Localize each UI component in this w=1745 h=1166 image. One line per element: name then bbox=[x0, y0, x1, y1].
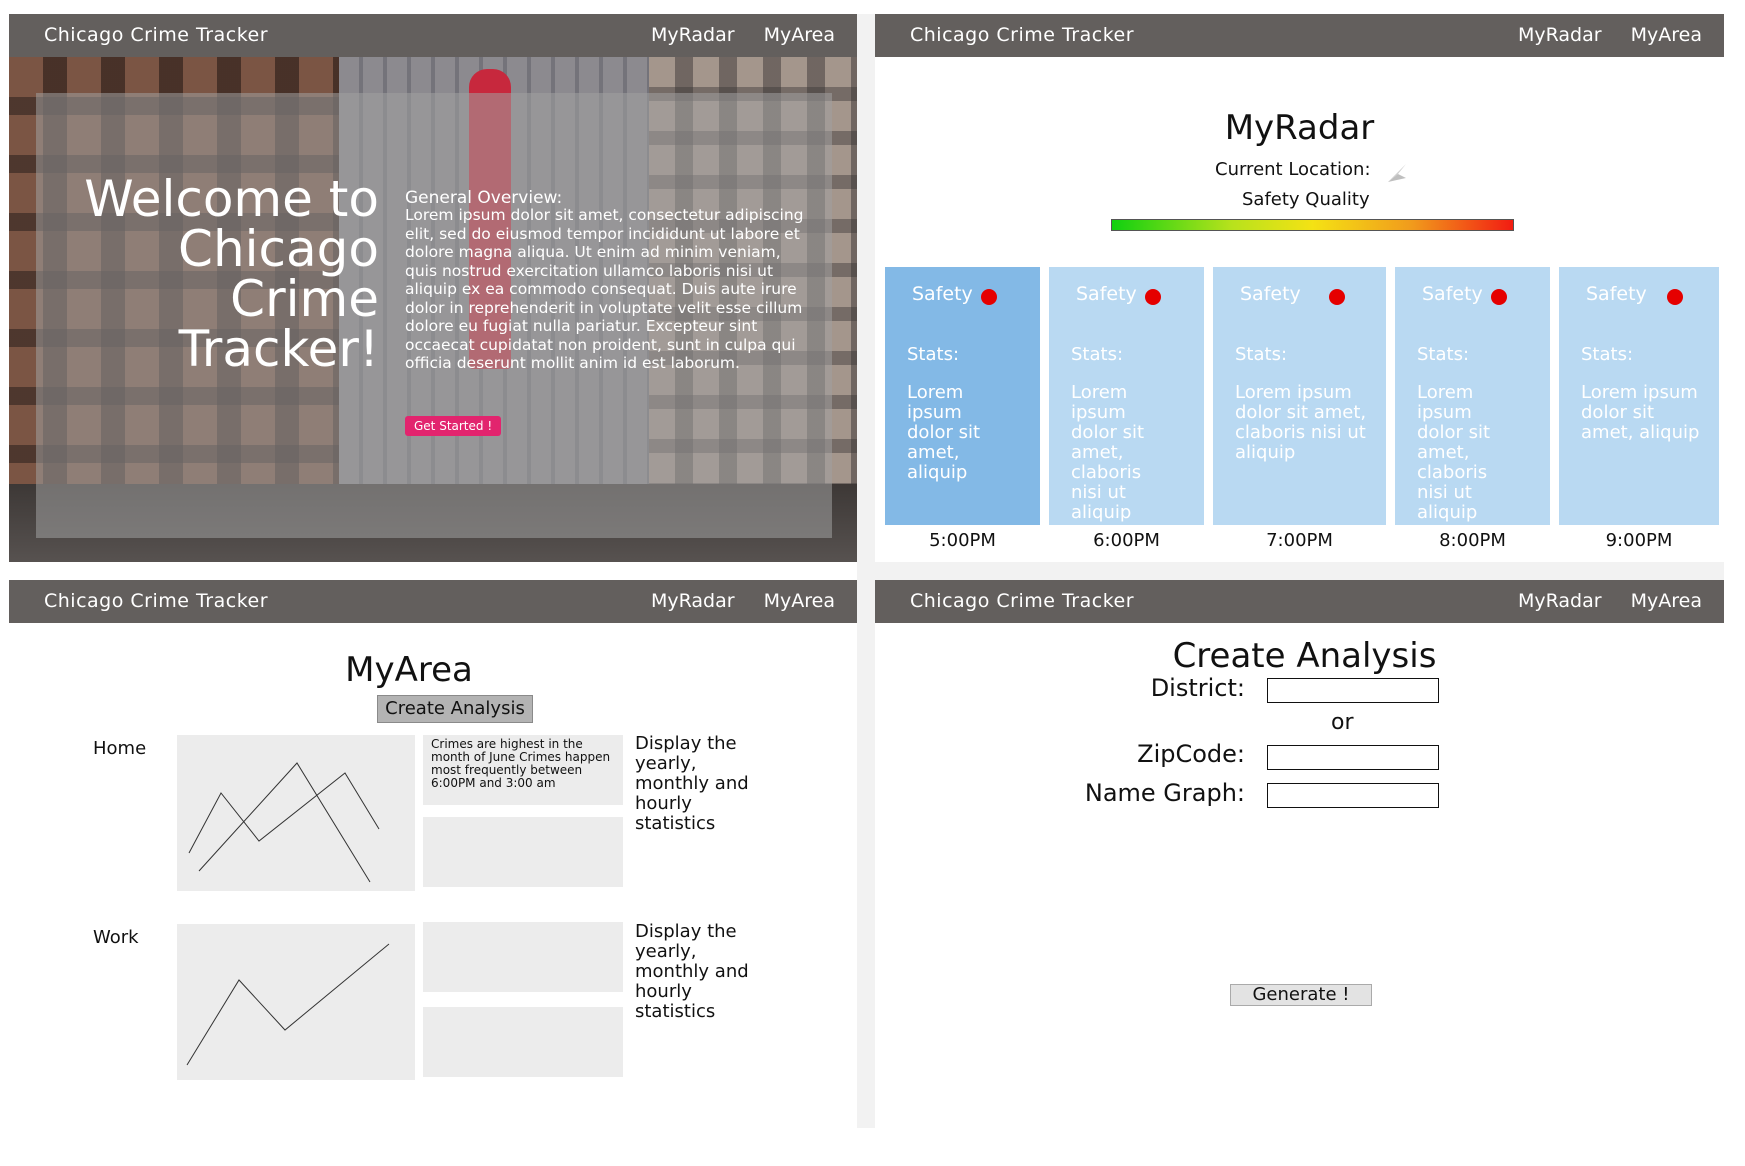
nav-myradar-link[interactable]: MyRadar bbox=[1518, 24, 1602, 46]
myarea-page-panel: Chicago Crime Tracker MyRadar MyArea MyA… bbox=[9, 580, 857, 1128]
safety-status-dot-icon bbox=[1329, 289, 1345, 305]
safety-status-dot-icon bbox=[981, 289, 997, 305]
nav-links: MyRadar MyArea bbox=[1495, 580, 1702, 623]
home-page-panel: Chicago Crime Tracker MyRadar MyArea Wel… bbox=[9, 14, 857, 562]
stats-description: Lorem ipsum dolor sit amet, claboris nis… bbox=[1235, 382, 1367, 463]
nav-myradar-link[interactable]: MyRadar bbox=[651, 24, 735, 46]
safety-status-dot-icon bbox=[1145, 289, 1161, 305]
zipcode-input[interactable] bbox=[1267, 745, 1439, 770]
district-input[interactable] bbox=[1267, 678, 1439, 703]
home-line-graph[interactable] bbox=[177, 735, 415, 891]
card-time-label: 8:00PM bbox=[1439, 530, 1506, 551]
home-secondary-box bbox=[423, 817, 623, 887]
welcome-line: Chicago bbox=[178, 220, 379, 278]
stats-label: Stats: bbox=[907, 344, 960, 365]
myradar-page-panel: Chicago Crime Tracker MyRadar MyArea MyR… bbox=[875, 14, 1724, 562]
safety-label: Safety bbox=[1422, 283, 1483, 305]
hourly-safety-card[interactable]: Safety Stats: Lorem ipsum dolor sit amet… bbox=[885, 267, 1040, 525]
navbar: Chicago Crime Tracker MyRadar MyArea bbox=[9, 14, 857, 57]
panel-divider-vertical bbox=[857, 14, 875, 1128]
card-time-label: 6:00PM bbox=[1093, 530, 1160, 551]
zipcode-label: ZipCode: bbox=[1137, 740, 1245, 768]
overview-body: Lorem ipsum dolor sit amet, consectetur … bbox=[405, 206, 804, 372]
safety-label: Safety bbox=[912, 283, 973, 305]
navbar: Chicago Crime Tracker MyRadar MyArea bbox=[875, 14, 1724, 57]
hourly-safety-card[interactable]: Safety Stats: Lorem ipsum dolor sit amet… bbox=[1213, 267, 1386, 525]
nav-links: MyRadar MyArea bbox=[628, 580, 835, 623]
home-row-label: Home bbox=[93, 738, 147, 759]
nav-myarea-link[interactable]: MyArea bbox=[764, 590, 835, 612]
welcome-line: Tracker! bbox=[178, 320, 379, 378]
brand-link[interactable]: Chicago Crime Tracker bbox=[910, 580, 1134, 623]
work-graph-lines bbox=[186, 943, 390, 1066]
page-title: MyRadar bbox=[1224, 108, 1375, 148]
hourly-safety-card[interactable]: Safety Stats: Lorem ipsum dolor sit amet… bbox=[1559, 267, 1719, 525]
overview-title: General Overview: bbox=[405, 188, 563, 208]
or-separator: or bbox=[1331, 710, 1354, 735]
safety-label: Safety bbox=[1240, 283, 1301, 305]
stats-label: Stats: bbox=[1235, 344, 1288, 365]
safety-quality-label: Safety Quality bbox=[1242, 189, 1370, 210]
location-arrow-icon[interactable] bbox=[1386, 162, 1408, 184]
stats-label: Stats: bbox=[1417, 344, 1470, 365]
name-graph-label: Name Graph: bbox=[1084, 779, 1245, 807]
nav-myradar-link[interactable]: MyRadar bbox=[1518, 590, 1602, 612]
navbar: Chicago Crime Tracker MyRadar MyArea bbox=[875, 580, 1724, 623]
card-time-label: 7:00PM bbox=[1266, 530, 1333, 551]
get-started-button[interactable]: Get Started ! bbox=[405, 416, 502, 436]
district-label: District: bbox=[1150, 674, 1245, 702]
navbar: Chicago Crime Tracker MyRadar MyArea bbox=[9, 580, 857, 623]
home-graph-lines bbox=[188, 762, 380, 883]
card-time-label: 5:00PM bbox=[929, 530, 996, 551]
stats-description: Lorem ipsum dolor sit amet, aliquip bbox=[1581, 382, 1700, 443]
brand-link[interactable]: Chicago Crime Tracker bbox=[910, 14, 1134, 57]
stats-description: Lorem ipsum dolor sit amet, claboris nis… bbox=[1071, 382, 1145, 523]
brand-link[interactable]: Chicago Crime Tracker bbox=[44, 580, 268, 623]
generate-button[interactable]: Generate ! bbox=[1230, 984, 1372, 1006]
create-analysis-button[interactable]: Create Analysis bbox=[377, 695, 533, 723]
nav-myarea-link[interactable]: MyArea bbox=[1631, 590, 1702, 612]
work-line-graph[interactable] bbox=[177, 924, 415, 1080]
name-graph-input[interactable] bbox=[1267, 783, 1439, 808]
welcome-line: Welcome to bbox=[84, 170, 379, 228]
work-secondary-box bbox=[423, 1007, 623, 1077]
card-time-label: 9:00PM bbox=[1605, 530, 1673, 551]
panel-divider-horizontal bbox=[875, 562, 1724, 580]
stats-description: Lorem ipsum dolor sit amet, aliquip bbox=[907, 382, 981, 483]
welcome-heading: Welcome to Chicago Crime Tracker! bbox=[69, 174, 379, 374]
nav-myradar-link[interactable]: MyRadar bbox=[651, 590, 735, 612]
safety-label: Safety bbox=[1076, 283, 1137, 305]
nav-myarea-link[interactable]: MyArea bbox=[764, 24, 835, 46]
home-insight-box: Crimes are highest in the month of June … bbox=[423, 735, 623, 805]
safety-quality-gradient-bar bbox=[1111, 219, 1514, 231]
nav-myarea-link[interactable]: MyArea bbox=[1631, 24, 1702, 46]
work-insight-box bbox=[423, 922, 623, 992]
stats-label: Stats: bbox=[1581, 344, 1634, 365]
current-location-label: Current Location: bbox=[1215, 159, 1371, 180]
stats-label: Stats: bbox=[1071, 344, 1124, 365]
nav-links: MyRadar MyArea bbox=[628, 14, 835, 57]
page-title: Create Analysis bbox=[1172, 636, 1437, 676]
safety-label: Safety bbox=[1586, 283, 1647, 305]
brand-link[interactable]: Chicago Crime Tracker bbox=[44, 14, 268, 57]
home-statistics-text: Display the yearly, monthly and hourly s… bbox=[635, 733, 749, 834]
hourly-safety-card[interactable]: Safety Stats: Lorem ipsum dolor sit amet… bbox=[1049, 267, 1204, 525]
work-statistics-text: Display the yearly, monthly and hourly s… bbox=[635, 921, 749, 1022]
welcome-line: Crime bbox=[230, 270, 379, 328]
safety-status-dot-icon bbox=[1667, 289, 1683, 305]
work-row-label: Work bbox=[93, 927, 139, 948]
nav-links: MyRadar MyArea bbox=[1495, 14, 1702, 57]
hourly-safety-card[interactable]: Safety Stats: Lorem ipsum dolor sit amet… bbox=[1395, 267, 1550, 525]
stats-description: Lorem ipsum dolor sit amet, claboris nis… bbox=[1417, 382, 1491, 523]
page-title: MyArea bbox=[345, 650, 473, 690]
safety-status-dot-icon bbox=[1491, 289, 1507, 305]
create-analysis-page-panel: Chicago Crime Tracker MyRadar MyArea Cre… bbox=[875, 580, 1724, 1128]
